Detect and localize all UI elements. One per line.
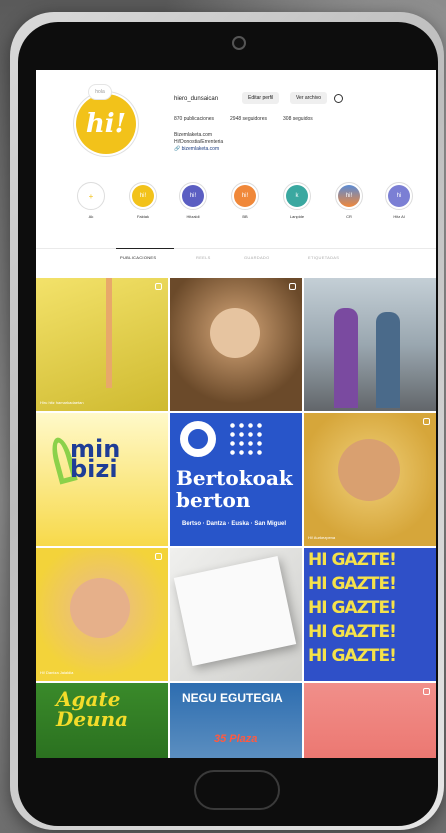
grid-post[interactable] <box>304 278 436 411</box>
post-title-line: bizi <box>70 455 118 483</box>
home-button[interactable] <box>194 770 280 810</box>
phone-screen: hi! hola hiero_dunsaican Editar perfil V… <box>36 70 436 758</box>
posts-count[interactable]: 870 publicaciones <box>174 116 214 122</box>
grid-post[interactable]: HI GAZTE! HI GAZTE! HI GAZTE! HI GAZTE! … <box>304 548 436 681</box>
grid-post[interactable]: Hiru hitz hamarkadaetan <box>36 278 168 411</box>
post-text: HI GAZTE! <box>308 550 397 570</box>
avatar-bubble: hola <box>88 84 112 100</box>
highlight-item[interactable]: hi Hitz Al <box>384 182 414 219</box>
tab-reels[interactable]: REELS <box>196 255 211 260</box>
tab-tagged[interactable]: ETIQUETADAS <box>308 255 339 260</box>
grid-post[interactable]: Hi! Dantza Jaialdia <box>36 548 168 681</box>
highlight-label: CR <box>346 214 352 219</box>
highlight-label: Faktak <box>136 214 149 219</box>
highlight-thumb: k <box>286 185 308 207</box>
post-caption: Hi! Dantza Jaialdia <box>40 670 74 675</box>
avatar-logo-text: hi! <box>85 109 127 139</box>
grid-post[interactable] <box>304 683 436 758</box>
highlight-item[interactable]: hi! Faktak <box>128 182 158 219</box>
highlight-label: Hitzaldi <box>186 214 200 219</box>
avatar[interactable]: hi! <box>76 94 136 154</box>
circle-logo-icon <box>180 421 216 457</box>
highlight-thumb: hi <box>388 185 410 207</box>
highlight-label: Hitz Al <box>393 214 405 219</box>
tab-saved[interactable]: GUARDADO <box>244 255 270 260</box>
highlight-thumb: hi! <box>234 185 256 207</box>
profile-stats: 870 publicaciones 2948 seguidores 308 se… <box>174 116 313 122</box>
post-title-line: berton <box>176 488 251 512</box>
post-text: HI GAZTE! <box>308 574 397 594</box>
post-text: HI GAZTE! <box>308 646 397 666</box>
tab-posts[interactable]: PUBLICACIONES <box>120 255 156 260</box>
grid-post[interactable]: Agate Deuna <box>36 683 168 758</box>
profile-bio: Bizemlaketa.com Hi!Donostia/Errenteria 🔗… <box>174 132 223 153</box>
post-caption: Hiru hitz hamarkadaetan <box>40 400 84 405</box>
post-shape <box>334 308 358 408</box>
post-badge: 35 Plaza <box>214 733 258 745</box>
edit-profile-button[interactable]: Editar perfil <box>242 92 280 104</box>
bio-line: Hi!Donostia/Errenteria <box>174 139 224 145</box>
active-tab-indicator <box>116 248 174 249</box>
grid-post[interactable] <box>170 278 302 411</box>
following-count[interactable]: 308 seguidos <box>283 116 313 122</box>
post-text: HI GAZTE! <box>308 622 397 642</box>
post-shape <box>70 578 130 638</box>
plus-icon: + <box>80 185 102 207</box>
post-title: Bertokoak berton <box>176 467 293 511</box>
posts-grid: Hiru hitz hamarkadaetan min bizi Bertoko… <box>36 278 436 758</box>
grid-post[interactable]: NEGU EGUTEGIA 35 Plaza <box>170 683 302 758</box>
grid-post[interactable] <box>170 548 302 681</box>
post-caption: Hi! Aurkezpena <box>308 535 336 540</box>
multi-post-icon <box>155 553 162 560</box>
post-title-line: Deuna <box>56 707 129 731</box>
highlight-label: Ak <box>88 214 94 219</box>
post-shape <box>376 312 400 408</box>
highlight-label: BB <box>242 214 248 219</box>
post-subtitle: Bertso · Dantza · Euska · San Miguel <box>182 521 287 527</box>
post-title: Agate Deuna <box>56 689 128 729</box>
highlight-label: Lanpide <box>289 214 305 219</box>
post-text: HI GAZTE! <box>308 598 397 618</box>
multi-post-icon <box>423 418 430 425</box>
post-title: NEGU EGUTEGIA <box>182 691 283 705</box>
multi-post-icon <box>289 283 296 290</box>
bio-link[interactable]: 🔗 bizemlaketa.com <box>174 146 223 153</box>
highlight-thumb: hi! <box>132 185 154 207</box>
view-archive-button[interactable]: Ver archivo <box>290 92 328 104</box>
highlight-thumb: hi! <box>338 185 360 207</box>
multi-post-icon <box>423 688 430 695</box>
post-title: min bizi <box>70 437 120 483</box>
multi-post-icon <box>155 283 162 290</box>
followers-count[interactable]: 2948 seguidores <box>230 116 267 122</box>
front-camera-icon <box>232 36 246 50</box>
profile-tabs: PUBLICACIONES REELS GUARDADO ETIQUETADAS <box>36 248 436 260</box>
settings-icon[interactable] <box>334 94 343 103</box>
highlight-item[interactable]: hi! BB <box>230 182 260 219</box>
highlight-item[interactable]: hi! Hitzaldi <box>178 182 208 219</box>
grid-post[interactable]: min bizi <box>36 413 168 546</box>
highlight-item[interactable]: + Ak <box>76 182 106 219</box>
bio-line: Bizemlaketa.com <box>174 132 213 138</box>
post-title-line: Bertokoak <box>176 466 293 490</box>
post-title-line: Agate <box>56 687 121 711</box>
highlight-thumb: hi! <box>182 185 204 207</box>
grid-post[interactable]: Bertokoak berton Bertso · Dantza · Euska… <box>170 413 302 546</box>
dots-pattern-icon <box>228 421 264 457</box>
story-highlights: + Ak hi! Faktak hi! Hitzaldi hi! BB k La… <box>66 182 426 232</box>
highlight-item[interactable]: k Lanpide <box>282 182 312 219</box>
magazine-shape <box>173 555 297 667</box>
highlight-item[interactable]: hi! CR <box>334 182 364 219</box>
username: hiero_dunsaican <box>174 96 219 102</box>
post-shape <box>210 308 260 358</box>
post-shape <box>106 278 112 388</box>
post-shape <box>338 439 400 501</box>
grid-post[interactable]: Hi! Aurkezpena <box>304 413 436 546</box>
